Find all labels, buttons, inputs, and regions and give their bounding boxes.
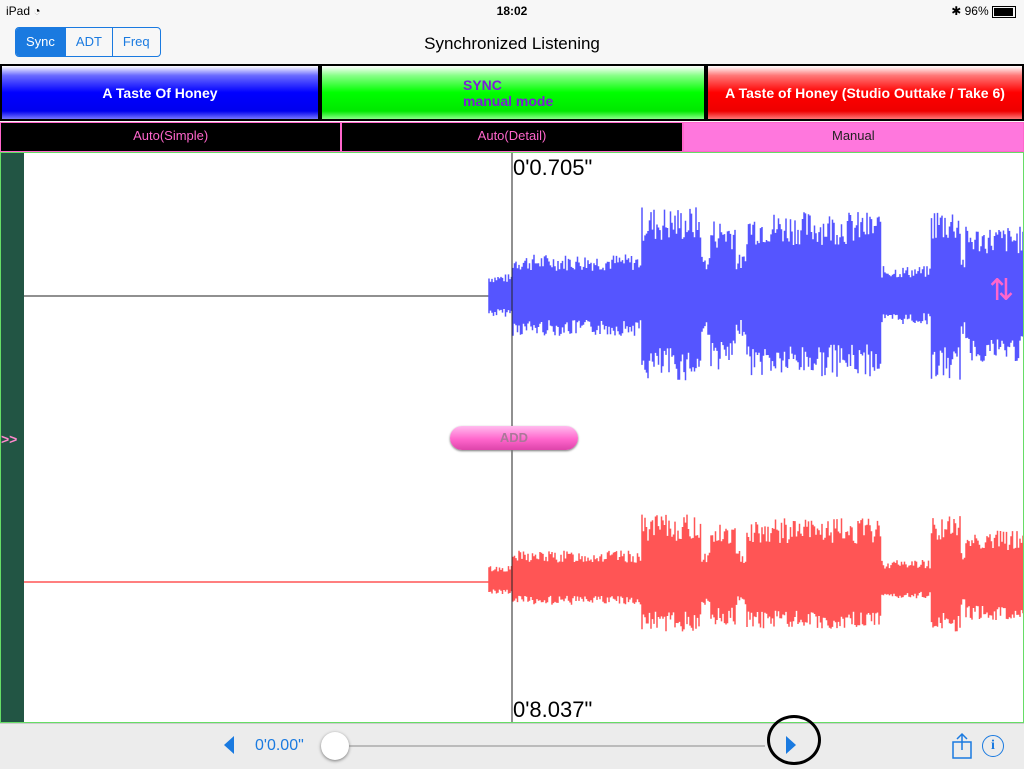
track-a-waveform bbox=[488, 207, 1023, 381]
track-a-button[interactable]: A Taste Of Honey bbox=[0, 64, 320, 121]
rewind-button[interactable] bbox=[222, 734, 240, 758]
position-readout: 0'0.00" bbox=[255, 737, 304, 754]
swap-tracks-icon[interactable]: ⇅ bbox=[989, 273, 1014, 308]
battery-indicator: ✱ 96% bbox=[951, 4, 1016, 18]
waveform-samples bbox=[488, 514, 1023, 632]
tab-manual[interactable]: Manual bbox=[682, 122, 1024, 152]
playback-toolbar: 0'0.00" i bbox=[0, 715, 1024, 769]
add-sync-point-button[interactable]: ADD bbox=[450, 426, 578, 450]
end-time-label: 0'8.037" bbox=[513, 697, 593, 722]
sync-mode-button[interactable]: SYNC manual mode bbox=[320, 64, 706, 121]
clock: 18:02 bbox=[496, 4, 528, 18]
waveform-view[interactable]: >> 0'0.705" 0'8.037" ADD ⇅ bbox=[0, 152, 1024, 723]
page-title: Synchronized Listening bbox=[424, 34, 600, 53]
info-button[interactable]: i bbox=[982, 735, 1004, 757]
start-time-label: 0'0.705" bbox=[513, 155, 593, 180]
position-slider-thumb[interactable] bbox=[321, 732, 349, 760]
share-icon bbox=[952, 732, 972, 759]
highlight-circle bbox=[767, 715, 821, 765]
sync-mode-label: manual mode bbox=[463, 92, 554, 109]
info-icon: i bbox=[991, 738, 995, 753]
tab-auto-simple[interactable]: Auto(Simple) bbox=[0, 122, 342, 152]
battery-icon bbox=[992, 5, 1016, 18]
track-b-button[interactable]: A Taste of Honey (Studio Outtake / Take … bbox=[706, 64, 1024, 121]
status-bar: iPad ◔ 18:02 ✱ 96% bbox=[0, 0, 1024, 22]
track-b-waveform bbox=[24, 514, 1023, 632]
share-button[interactable] bbox=[950, 732, 974, 760]
triangle-left-icon bbox=[224, 736, 234, 754]
bluetooth-icon: ✱ bbox=[951, 4, 962, 18]
waveform-samples bbox=[488, 207, 1023, 381]
position-slider-track[interactable] bbox=[335, 745, 765, 747]
tab-auto-detail[interactable]: Auto(Detail) bbox=[341, 122, 683, 152]
sync-mode-tabs: Auto(Simple) Auto(Detail) Manual bbox=[0, 122, 1024, 152]
navigation-bar: Sync ADT Freq Synchronized Listening bbox=[0, 22, 1024, 64]
sync-label: SYNC bbox=[463, 76, 502, 93]
